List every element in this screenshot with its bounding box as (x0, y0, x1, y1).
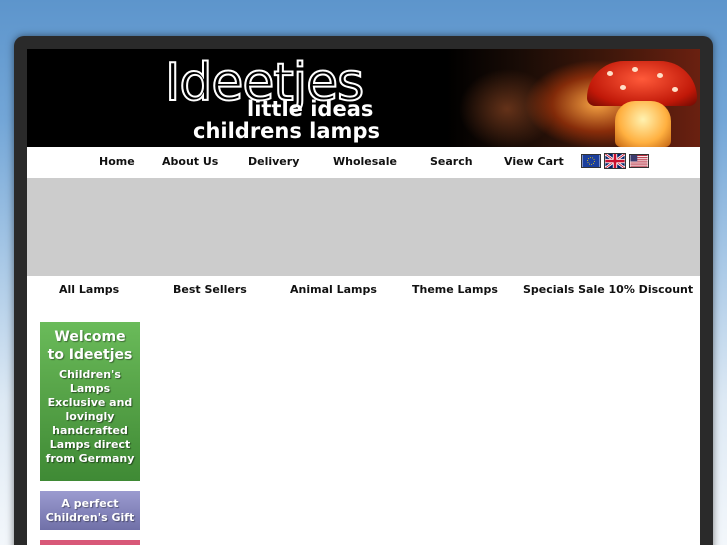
top-navigation: Home About Us Delivery Wholesale Search … (27, 147, 700, 178)
welcome-line: lovingly (65, 410, 115, 423)
welcome-panel: Welcome to Ideetjes Children's Lamps Exc… (40, 322, 140, 481)
welcome-line: Lamps (69, 382, 111, 395)
category-theme-lamps[interactable]: Theme Lamps (412, 283, 498, 296)
welcome-line: from Germany (45, 452, 135, 465)
nav-about-us[interactable]: About Us (162, 155, 218, 168)
welcome-title: Welcome to Ideetjes (40, 328, 140, 364)
nav-delivery[interactable]: Delivery (248, 155, 299, 168)
mushroom-lamp-photo (447, 49, 700, 147)
pink-banner[interactable] (40, 540, 140, 545)
category-best-sellers[interactable]: Best Sellers (173, 283, 247, 296)
content-gray-bar (27, 178, 700, 276)
header-banner: Ideetjes little ideas childrens lamps (27, 49, 700, 147)
category-all-lamps[interactable]: All Lamps (59, 283, 119, 296)
welcome-title-line-1: Welcome (54, 329, 126, 345)
gift-line-1: A perfect (61, 497, 119, 510)
welcome-line: Lamps direct (49, 438, 131, 451)
brand-tagline: little ideas (247, 97, 374, 121)
nav-home[interactable]: Home (99, 155, 135, 168)
eu-flag-icon[interactable] (581, 154, 601, 168)
mushroom-cap (587, 61, 697, 106)
welcome-title-line-2: to Ideetjes (47, 347, 133, 363)
welcome-line: Children's (59, 368, 121, 381)
brand-subtitle: childrens lamps (193, 119, 380, 143)
welcome-line: handcrafted (52, 424, 128, 437)
us-flag-icon[interactable] (629, 154, 649, 168)
nav-search[interactable]: Search (430, 155, 473, 168)
category-navigation: All Lamps Best Sellers Animal Lamps Them… (27, 276, 700, 306)
mushroom-stem (615, 101, 671, 147)
category-animal-lamps[interactable]: Animal Lamps (290, 283, 377, 296)
gift-banner[interactable]: A perfect Children's Gift (40, 491, 140, 530)
page-container: Ideetjes little ideas childrens lamps Ho… (27, 49, 700, 545)
gift-line-2: Children's Gift (45, 511, 135, 524)
welcome-line: Exclusive and (47, 396, 133, 409)
uk-flag-icon[interactable] (604, 153, 626, 169)
nav-view-cart[interactable]: View Cart (504, 155, 564, 168)
category-specials-sale[interactable]: Specials Sale 10% Discount (523, 283, 693, 296)
nav-wholesale[interactable]: Wholesale (333, 155, 397, 168)
welcome-description: Children's Lamps Exclusive and lovingly … (40, 368, 140, 466)
